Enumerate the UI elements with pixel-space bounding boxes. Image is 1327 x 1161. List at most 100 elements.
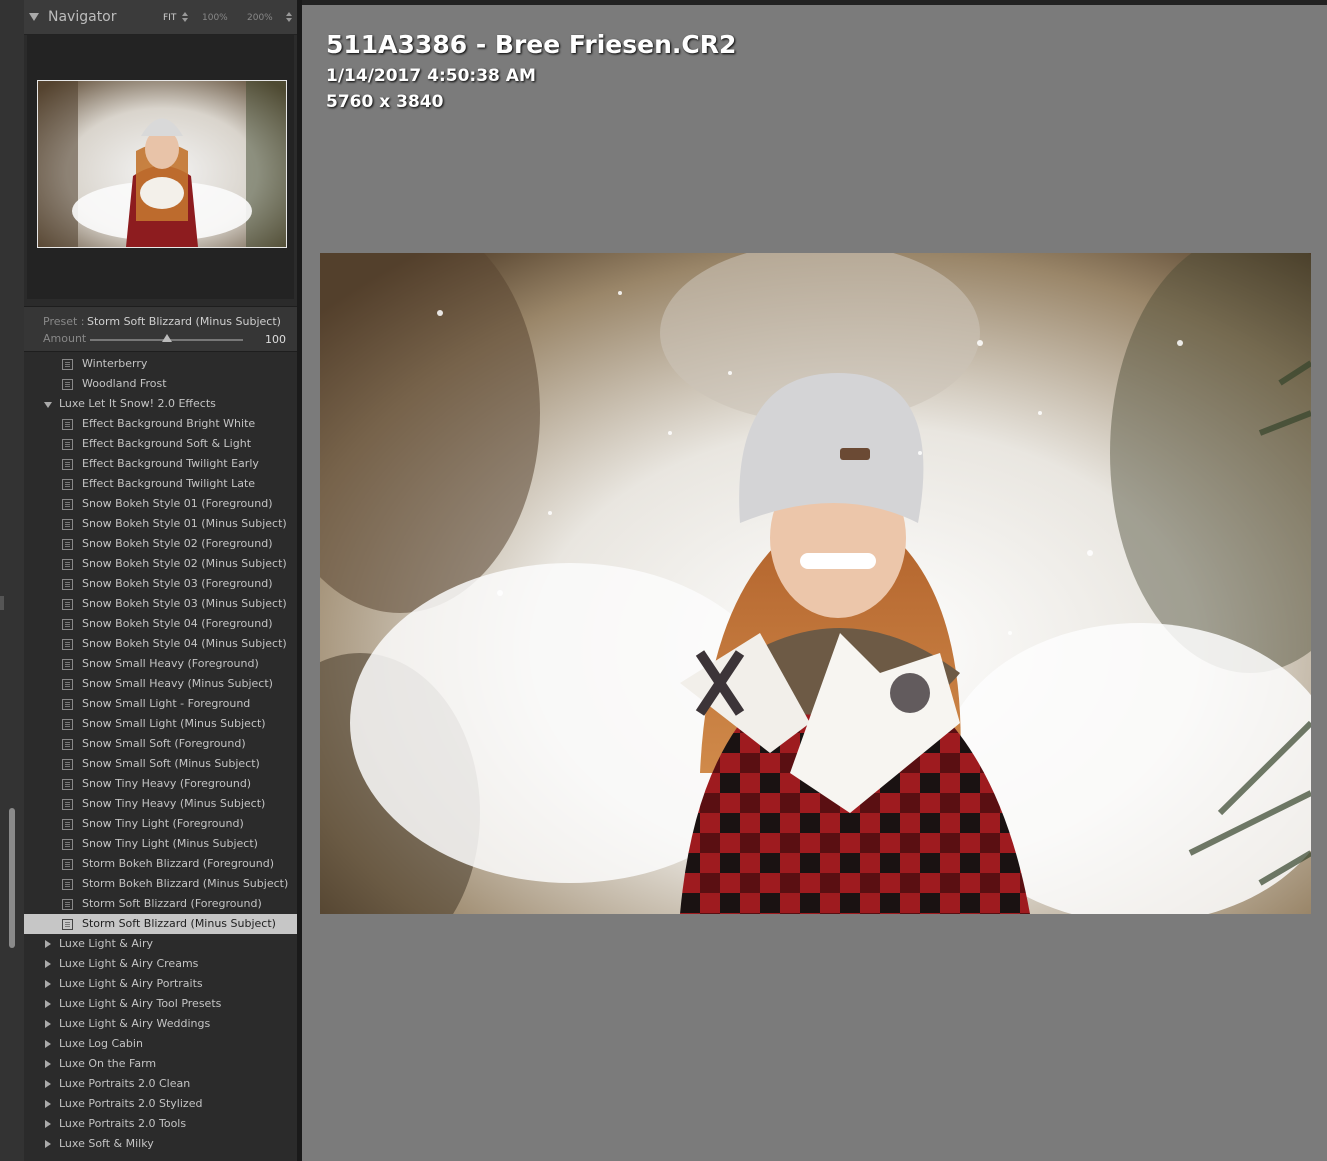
preset-folder[interactable]: Luxe Light & Airy Weddings: [24, 1014, 297, 1034]
preset-item[interactable]: Snow Tiny Light (Minus Subject): [24, 834, 297, 854]
preset-item[interactable]: Snow Bokeh Style 04 (Foreground): [24, 614, 297, 634]
preset-item[interactable]: Effect Background Twilight Late: [24, 474, 297, 494]
preset-label-text: Storm Bokeh Blizzard (Minus Subject): [82, 877, 289, 890]
preset-folder[interactable]: Luxe Soft & Milky: [24, 1134, 297, 1154]
preset-item[interactable]: Snow Bokeh Style 03 (Minus Subject): [24, 594, 297, 614]
preset-label-text: Snow Small Light (Minus Subject): [82, 717, 266, 730]
preset-icon: [62, 759, 73, 770]
collapsed-triangle-icon[interactable]: [45, 1000, 51, 1008]
collapsed-triangle-icon[interactable]: [45, 1020, 51, 1028]
preset-icon: [62, 599, 73, 610]
preset-item[interactable]: Storm Soft Blizzard (Foreground): [24, 894, 297, 914]
collapsed-triangle-icon[interactable]: [45, 940, 51, 948]
preset-item-selected[interactable]: Storm Soft Blizzard (Minus Subject): [24, 914, 297, 934]
preset-value: Storm Soft Blizzard (Minus Subject): [87, 315, 281, 328]
expand-triangle-icon[interactable]: [44, 402, 52, 408]
collapse-triangle-icon[interactable]: [29, 13, 39, 21]
navigator-header[interactable]: Navigator FIT 100% 200%: [24, 0, 297, 35]
collapsed-triangle-icon[interactable]: [45, 1060, 51, 1068]
collapsed-triangle-icon[interactable]: [45, 1100, 51, 1108]
preset-item[interactable]: Effect Background Twilight Early: [24, 454, 297, 474]
preset-label-text: Storm Bokeh Blizzard (Foreground): [82, 857, 275, 870]
left-edge-strip: [0, 0, 24, 1161]
collapsed-triangle-icon[interactable]: [45, 1140, 51, 1148]
preset-icon: [62, 779, 73, 790]
preset-icon: [62, 559, 73, 570]
preset-icon: [62, 439, 73, 450]
photo-datetime: 1/14/2017 4:50:38 AM: [326, 66, 536, 86]
preset-label: Preset :: [43, 315, 85, 328]
preset-folder[interactable]: Luxe Light & Airy Portraits: [24, 974, 297, 994]
preset-item[interactable]: Effect Background Soft & Light: [24, 434, 297, 454]
preset-icon: [62, 839, 73, 850]
preset-folder-expanded[interactable]: Luxe Let It Snow! 2.0 Effects: [24, 394, 297, 414]
preset-folder[interactable]: Luxe Light & Airy Creams: [24, 954, 297, 974]
preset-item[interactable]: Snow Bokeh Style 03 (Foreground): [24, 574, 297, 594]
photo-dimensions: 5760 x 3840: [326, 92, 444, 112]
preset-folder[interactable]: Luxe On the Farm: [24, 1054, 297, 1074]
preset-item[interactable]: Woodland Frost: [24, 374, 297, 394]
preset-folder[interactable]: Luxe Light & Airy: [24, 934, 297, 954]
preset-item[interactable]: Snow Bokeh Style 02 (Minus Subject): [24, 554, 297, 574]
preset-item[interactable]: Snow Bokeh Style 04 (Minus Subject): [24, 634, 297, 654]
preset-folder[interactable]: Luxe Portraits 2.0 Clean: [24, 1074, 297, 1094]
preset-icon: [62, 799, 73, 810]
zoom-options-stepper-icon[interactable]: [286, 12, 292, 22]
preset-icon: [62, 419, 73, 430]
preset-item[interactable]: Snow Small Heavy (Minus Subject): [24, 674, 297, 694]
preset-item[interactable]: Snow Bokeh Style 02 (Foreground): [24, 534, 297, 554]
preset-icon: [62, 519, 73, 530]
presets-scrollbar-thumb[interactable]: [9, 808, 15, 948]
preset-item[interactable]: Snow Tiny Heavy (Foreground): [24, 774, 297, 794]
zoom-100-button[interactable]: 100%: [202, 13, 228, 23]
preset-icon: [62, 479, 73, 490]
preset-folder[interactable]: Luxe Log Cabin: [24, 1034, 297, 1054]
preset-label-text: Snow Bokeh Style 04 (Foreground): [82, 617, 273, 630]
preset-folder[interactable]: Luxe Portraits 2.0 Tools: [24, 1114, 297, 1134]
preset-label-text: Luxe Portraits 2.0 Stylized: [59, 1097, 203, 1110]
preset-label-text: Luxe Light & Airy Portraits: [59, 977, 203, 990]
preset-icon: [62, 819, 73, 830]
preset-folder[interactable]: Luxe Portraits 2.0 Stylized: [24, 1094, 297, 1114]
preset-label-text: Woodland Frost: [82, 377, 167, 390]
preset-item[interactable]: Storm Bokeh Blizzard (Foreground): [24, 854, 297, 874]
amount-value[interactable]: 100: [265, 333, 286, 346]
preset-item[interactable]: Snow Small Heavy (Foreground): [24, 654, 297, 674]
preset-item[interactable]: Snow Bokeh Style 01 (Minus Subject): [24, 514, 297, 534]
panel-collapse-grip[interactable]: [0, 596, 4, 610]
preset-item[interactable]: Snow Small Light (Minus Subject): [24, 714, 297, 734]
preset-label-text: Luxe Light & Airy Tool Presets: [59, 997, 222, 1010]
preset-icon: [62, 719, 73, 730]
collapsed-triangle-icon[interactable]: [45, 960, 51, 968]
preset-label-text: Luxe On the Farm: [59, 1057, 157, 1070]
preset-item[interactable]: Snow Small Soft (Minus Subject): [24, 754, 297, 774]
preset-icon: [62, 899, 73, 910]
preset-item[interactable]: Winterberry: [24, 354, 297, 374]
amount-slider-knob[interactable]: [162, 334, 172, 342]
main-photo[interactable]: [320, 253, 1311, 914]
preset-icon: [62, 619, 73, 630]
collapsed-triangle-icon[interactable]: [45, 1040, 51, 1048]
zoom-fit-button[interactable]: FIT: [163, 13, 176, 23]
preset-label-text: Luxe Portraits 2.0 Tools: [59, 1117, 187, 1130]
navigator-thumbnail[interactable]: [37, 80, 287, 248]
preset-folder[interactable]: Luxe Light & Airy Tool Presets: [24, 994, 297, 1014]
zoom-200-button[interactable]: 200%: [247, 13, 273, 23]
preset-item[interactable]: Snow Bokeh Style 01 (Foreground): [24, 494, 297, 514]
preset-icon: [62, 659, 73, 670]
amount-label: Amount: [43, 332, 87, 345]
preset-item[interactable]: Effect Background Bright White: [24, 414, 297, 434]
preset-item[interactable]: Snow Tiny Light (Foreground): [24, 814, 297, 834]
collapsed-triangle-icon[interactable]: [45, 980, 51, 988]
collapsed-triangle-icon[interactable]: [45, 1080, 51, 1088]
zoom-fit-stepper-icon[interactable]: [182, 12, 188, 22]
collapsed-triangle-icon[interactable]: [45, 1120, 51, 1128]
preset-item[interactable]: Snow Small Soft (Foreground): [24, 734, 297, 754]
preset-icon: [62, 679, 73, 690]
preset-item[interactable]: Storm Bokeh Blizzard (Minus Subject): [24, 874, 297, 894]
preset-label-text: Snow Bokeh Style 03 (Foreground): [82, 577, 273, 590]
preset-item[interactable]: Snow Tiny Heavy (Minus Subject): [24, 794, 297, 814]
preset-item[interactable]: Snow Small Light - Foreground: [24, 694, 297, 714]
preset-icon: [62, 359, 73, 370]
preset-icon: [62, 459, 73, 470]
